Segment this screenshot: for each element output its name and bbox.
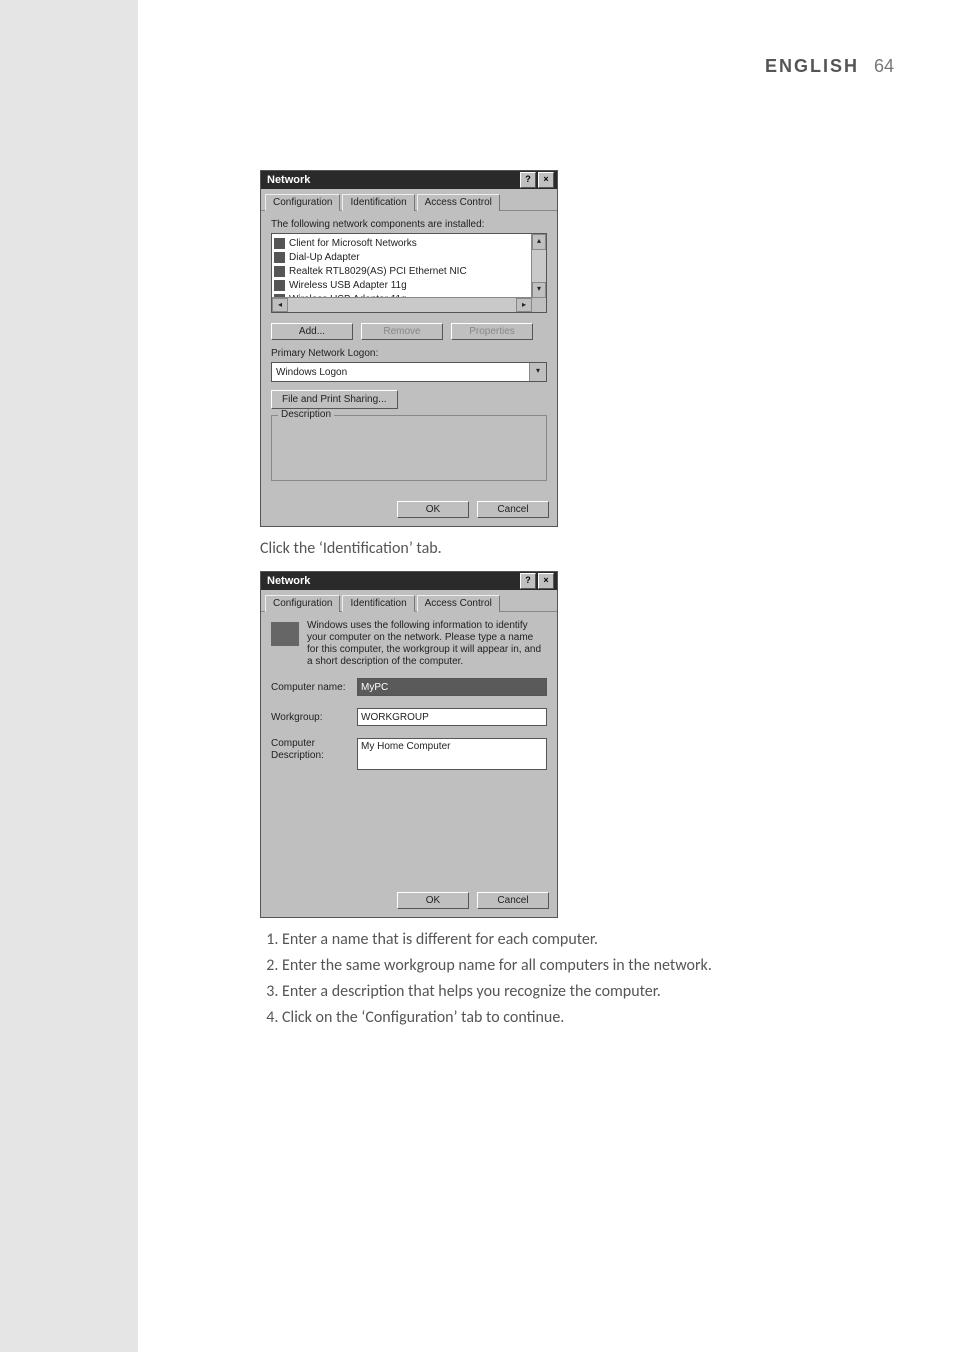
help-icon[interactable]: ? <box>520 573 536 589</box>
page-number: 64 <box>874 56 894 76</box>
titlebar: Network ? × <box>261 171 557 189</box>
list-item: Dial-Up Adapter <box>274 250 544 264</box>
components-label: The following network components are ins… <box>271 219 547 230</box>
left-margin <box>0 0 138 1352</box>
tab-configuration[interactable]: Configuration <box>265 194 340 211</box>
workgroup-row: Workgroup: WORKGROUP <box>271 708 547 726</box>
list-item: Client for Microsoft Networks <box>274 236 544 250</box>
dialog-footer: OK Cancel <box>261 495 557 526</box>
tab-identification[interactable]: Identification <box>342 595 414 612</box>
step-4: Click on the ‘Configuration’ tab to cont… <box>282 1006 900 1030</box>
computer-name-row: Computer name: MyPC <box>271 678 547 696</box>
dialog-title: Network <box>267 575 310 587</box>
titlebar-buttons: ? × <box>520 172 554 188</box>
step-1: Enter a name that is different for each … <box>282 928 900 952</box>
description-input[interactable]: My Home Computer <box>357 738 547 770</box>
scroll-left-icon[interactable]: ◂ <box>272 298 288 312</box>
description-legend: Description <box>278 409 334 420</box>
primary-logon-select[interactable]: Windows Logon ▾ <box>271 362 547 382</box>
computer-name-input[interactable]: MyPC <box>357 678 547 696</box>
instruction-list: Enter a name that is different for each … <box>260 928 900 1030</box>
info-text: Windows uses the following information t… <box>307 620 547 668</box>
tab-configuration[interactable]: Configuration <box>265 595 340 612</box>
workgroup-label: Workgroup: <box>271 712 357 723</box>
titlebar-buttons: ? × <box>520 573 554 589</box>
adapter-icon <box>274 280 285 291</box>
scroll-up-icon[interactable]: ▴ <box>532 234 546 250</box>
properties-button[interactable]: Properties <box>451 323 533 340</box>
computer-name-label: Computer name: <box>271 682 357 693</box>
list-item: Realtek RTL8029(AS) PCI Ethernet NIC <box>274 264 544 278</box>
workgroup-input[interactable]: WORKGROUP <box>357 708 547 726</box>
remove-button[interactable]: Remove <box>361 323 443 340</box>
help-icon[interactable]: ? <box>520 172 536 188</box>
step-2: Enter the same workgroup name for all co… <box>282 954 900 978</box>
description-row: Computer Description: My Home Computer <box>271 738 547 770</box>
adapter-icon <box>274 266 285 277</box>
cancel-button[interactable]: Cancel <box>477 892 549 909</box>
close-icon[interactable]: × <box>538 172 554 188</box>
primary-logon-label: Primary Network Logon: <box>271 348 547 359</box>
horizontal-scrollbar[interactable]: ◂ ▸ <box>272 297 532 312</box>
network-dialog-identification: Network ? × Configuration Identification… <box>260 571 558 918</box>
close-icon[interactable]: × <box>538 573 554 589</box>
vertical-scrollbar[interactable]: ▴ ▾ <box>531 234 546 298</box>
component-icon <box>274 238 285 249</box>
tab-identification[interactable]: Identification <box>342 194 414 211</box>
ok-button[interactable]: OK <box>397 501 469 518</box>
config-pane: The following network components are ins… <box>261 211 557 495</box>
info-row: Windows uses the following information t… <box>271 620 547 668</box>
computer-icon <box>271 622 299 646</box>
content-area: Network ? × Configuration Identification… <box>260 170 900 1040</box>
caption-text: Click the ‘Identification’ tab. <box>260 537 900 561</box>
description-label: Computer Description: <box>271 738 357 762</box>
language-label: ENGLISH <box>765 56 859 76</box>
ok-button[interactable]: OK <box>397 892 469 909</box>
primary-logon-value: Windows Logon <box>276 367 347 378</box>
file-print-sharing-button[interactable]: File and Print Sharing... <box>271 390 398 409</box>
list-item: Wireless USB Adapter 11g <box>274 278 544 292</box>
component-buttons: Add... Remove Properties <box>271 323 547 340</box>
step-3: Enter a description that helps you recog… <box>282 980 900 1004</box>
tab-access-control[interactable]: Access Control <box>417 595 500 612</box>
tab-strip: Configuration Identification Access Cont… <box>261 189 557 211</box>
dialog-title: Network <box>267 174 310 186</box>
chevron-down-icon[interactable]: ▾ <box>529 363 546 381</box>
titlebar: Network ? × <box>261 572 557 590</box>
page-header: ENGLISH 64 <box>765 56 894 77</box>
scroll-right-icon[interactable]: ▸ <box>516 298 532 312</box>
network-dialog-config: Network ? × Configuration Identification… <box>260 170 558 527</box>
components-listbox[interactable]: Client for Microsoft Networks Dial-Up Ad… <box>271 233 547 313</box>
adapter-icon <box>274 252 285 263</box>
cancel-button[interactable]: Cancel <box>477 501 549 518</box>
dialog-footer: OK Cancel <box>261 886 557 917</box>
description-group: Description <box>271 415 547 481</box>
add-button[interactable]: Add... <box>271 323 353 340</box>
identification-pane: Windows uses the following information t… <box>261 612 557 886</box>
tab-strip: Configuration Identification Access Cont… <box>261 590 557 612</box>
tab-access-control[interactable]: Access Control <box>417 194 500 211</box>
scroll-corner <box>532 298 546 312</box>
scroll-down-icon[interactable]: ▾ <box>532 282 546 298</box>
